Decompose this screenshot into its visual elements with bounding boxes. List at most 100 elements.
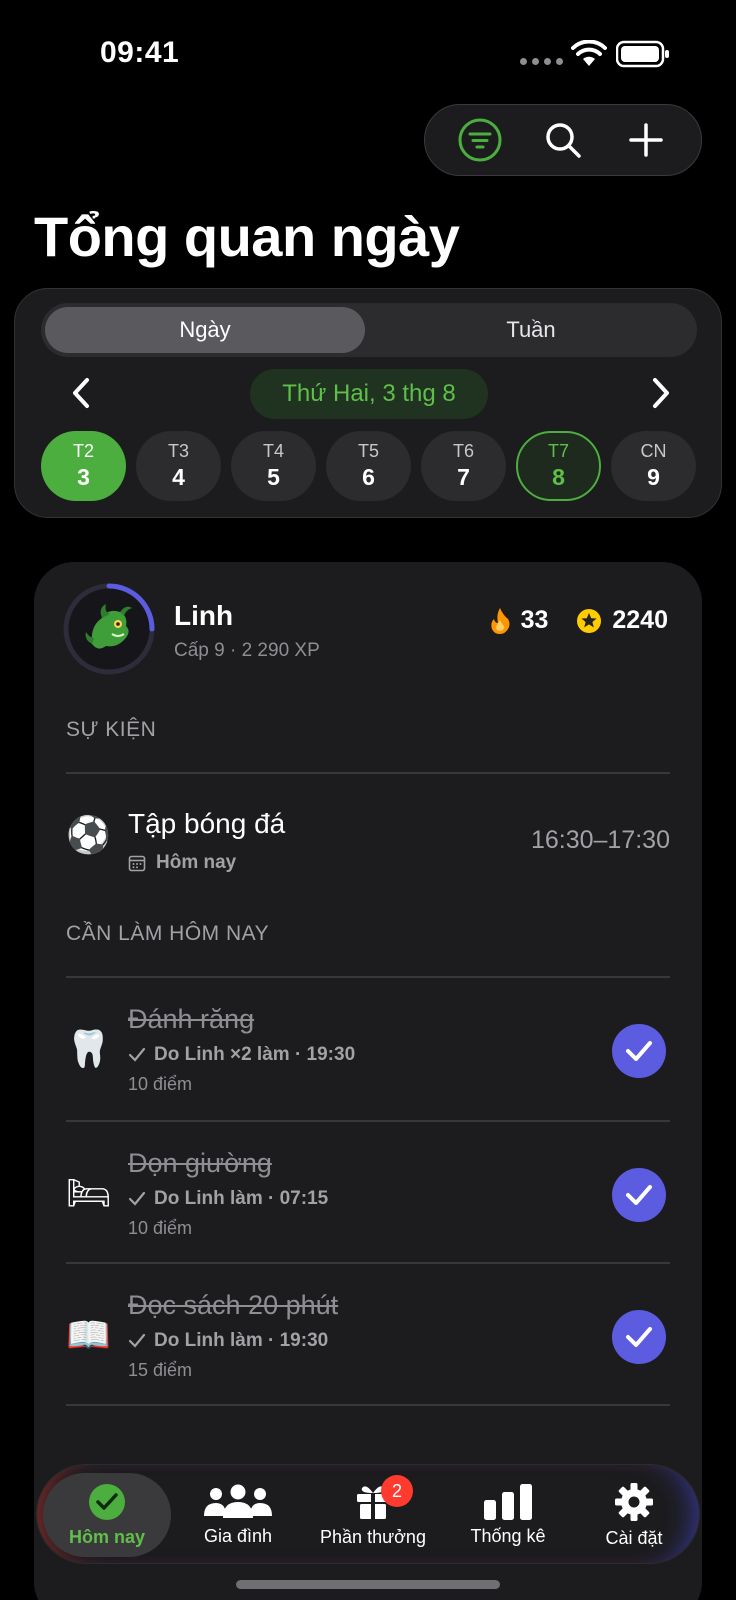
task-complete-toggle[interactable] — [612, 1310, 666, 1364]
tab-settings[interactable]: Cài đặt — [573, 1465, 695, 1565]
events-section-label: SỰ KIỆN — [66, 718, 157, 741]
day-thu[interactable]: T5 6 — [326, 431, 411, 501]
add-button[interactable] — [618, 112, 674, 168]
task-complete-toggle[interactable] — [612, 1024, 666, 1078]
task-row[interactable]: 🛏 Dọn giường Do Linh làm · 07:15 10 điểm — [66, 1122, 670, 1264]
task-points: 10 điểm — [128, 1074, 193, 1094]
current-date-chip[interactable]: Thứ Hai, 3 thg 8 — [250, 369, 488, 419]
task-meta: Do Linh ×2 làm · 19:30 — [128, 1044, 355, 1066]
top-action-bar — [424, 104, 702, 176]
day-sat[interactable]: T7 8 — [516, 431, 601, 501]
chevron-left-icon — [73, 378, 89, 408]
task-title: Dọn giường — [128, 1148, 272, 1178]
battery-icon — [616, 40, 669, 68]
toggle-week[interactable]: Tuần — [369, 307, 693, 353]
day-name: T4 — [262, 441, 284, 461]
checkmark-icon — [626, 1327, 652, 1347]
level-ring-icon — [63, 583, 155, 675]
stars-count: 2240 — [612, 606, 668, 634]
event-title: Tập bóng đá — [128, 808, 286, 839]
day-name: T2 — [72, 441, 94, 461]
event-date-label: Hôm nay — [156, 852, 237, 873]
check-circle-icon — [89, 1483, 125, 1520]
small-check-icon — [128, 1191, 146, 1206]
book-icon: 📖 — [66, 1315, 111, 1356]
checkmark-icon — [626, 1185, 652, 1205]
task-meta: Do Linh làm · 19:30 — [128, 1330, 328, 1352]
day-fri[interactable]: T6 7 — [421, 431, 506, 501]
calendar-icon — [128, 855, 146, 872]
date-selector-card: Ngày Tuần Thứ Hai, 3 thg 8 T2 3 T3 4 T4 5 T… — [14, 288, 722, 518]
divider — [66, 1404, 670, 1406]
day-name: T6 — [452, 441, 474, 461]
small-check-icon — [128, 1333, 146, 1348]
tab-today[interactable]: Hôm nay — [43, 1473, 171, 1557]
event-time: 16:30–17:30 — [530, 826, 670, 854]
bar-chart-icon — [484, 1483, 532, 1520]
prev-day-button[interactable] — [59, 371, 103, 415]
day-wed[interactable]: T4 5 — [231, 431, 316, 501]
tab-rewards[interactable]: 2 Phần thưởng — [303, 1465, 443, 1565]
tasks-section-label: CẦN LÀM HÔM NAY — [66, 922, 270, 945]
view-toggle: Ngày Tuần — [41, 303, 697, 357]
task-meta-text: Do Linh làm · 07:15 — [154, 1188, 329, 1209]
checkmark-icon — [626, 1041, 652, 1061]
day-name: T3 — [167, 441, 189, 461]
plus-icon — [628, 123, 663, 157]
stars-stat: 2240 — [576, 606, 668, 635]
day-number: 3 — [77, 464, 90, 490]
tab-label: Hôm nay — [68, 1526, 146, 1547]
day-mon[interactable]: T2 3 — [41, 431, 126, 501]
task-meta: Do Linh làm · 07:15 — [128, 1188, 328, 1210]
day-number: 4 — [172, 464, 185, 490]
soccer-ball-icon: ⚽ — [66, 815, 111, 856]
day-number: 7 — [457, 464, 470, 490]
toggle-day[interactable]: Ngày — [45, 307, 365, 353]
signal-dots-icon — [520, 58, 563, 65]
tab-label: Phần thưởng — [320, 1526, 426, 1547]
day-number: 6 — [362, 464, 375, 490]
wifi-icon — [571, 40, 607, 66]
home-indicator[interactable] — [236, 1580, 500, 1589]
day-number: 8 — [552, 464, 565, 490]
task-points: 15 điểm — [128, 1360, 193, 1380]
day-number: 5 — [267, 464, 280, 490]
gear-icon — [615, 1482, 653, 1521]
task-complete-toggle[interactable] — [612, 1168, 666, 1222]
day-name: CN — [640, 441, 667, 461]
flame-icon — [490, 607, 510, 634]
star-coin-icon — [577, 608, 602, 633]
task-row[interactable]: 📖 Đọc sách 20 phút Do Linh làm · 19:30 1… — [66, 1264, 670, 1406]
status-bar: 09:41 — [0, 0, 736, 100]
profile-level: Cấp 9 · 2 290 XP — [174, 640, 320, 661]
event-row[interactable]: ⚽ Tập bóng đá Hôm nay 16:30–17:30 — [66, 800, 670, 890]
search-icon — [546, 123, 581, 158]
task-title: Đánh răng — [128, 1004, 255, 1034]
tab-label: Cài đặt — [605, 1527, 663, 1548]
profile-stats: 33 2240 — [489, 606, 668, 635]
status-time: 09:41 — [100, 36, 180, 69]
day-tue[interactable]: T3 4 — [136, 431, 221, 501]
day-number: 9 — [647, 464, 660, 490]
bed-icon: 🛏 — [66, 1173, 112, 1214]
tab-family[interactable]: Gia đình — [177, 1465, 299, 1565]
day-name: T5 — [357, 441, 379, 461]
profile-name: Linh — [174, 600, 234, 631]
week-days: T2 3 T3 4 T4 5 T5 6 T6 7 T7 8 CN 9 — [41, 431, 696, 501]
filter-button[interactable] — [452, 112, 508, 168]
tab-label: Gia đình — [203, 1525, 273, 1546]
rewards-badge: 2 — [381, 1475, 413, 1507]
people-icon — [204, 1484, 272, 1518]
avatar[interactable] — [62, 582, 156, 676]
next-day-button[interactable] — [639, 371, 683, 415]
page-title: Tổng quan ngày — [34, 205, 460, 268]
member-day-card: Linh Cấp 9 · 2 290 XP 33 2240 SỰ KIỆN ⚽ … — [34, 562, 702, 1600]
tooth-icon: 🦷 — [66, 1029, 111, 1070]
tab-stats[interactable]: Thống kê — [447, 1465, 569, 1565]
event-date: Hôm nay — [128, 852, 236, 874]
day-sun[interactable]: CN 9 — [611, 431, 696, 501]
tab-bar: Hôm nay Gia đình 2 Phần thưởng Thống kê — [36, 1464, 700, 1564]
task-row[interactable]: 🦷 Đánh răng Do Linh ×2 làm · 19:30 10 đi… — [66, 978, 670, 1120]
divider — [66, 772, 670, 774]
search-button[interactable] — [535, 112, 591, 168]
